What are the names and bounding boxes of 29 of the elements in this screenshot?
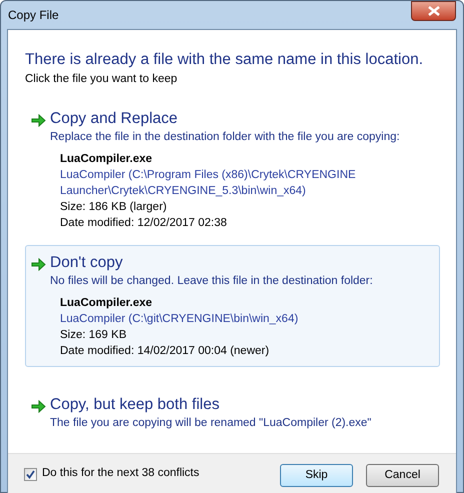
file-name: LuaCompiler.exe <box>60 152 154 167</box>
option-description: Replace the file in the destination folder with the file you are copying: <box>50 130 401 145</box>
checkbox-label: Do this for the next 38 conflicts <box>42 466 200 482</box>
option-title: Copy, but keep both files <box>50 395 220 415</box>
arrow-icon <box>31 400 46 413</box>
option-title: Don't copy <box>50 253 123 273</box>
dialog-button[interactable]: Skip <box>280 464 353 487</box>
file-path: LuaCompiler (C:\Program Files (x86)\Crytek\CRYENGINE <box>60 168 357 183</box>
option-card[interactable]: Copy, but keep both files The file you are copying will be renamed "LuaCompiler (2).exe" <box>25 387 440 439</box>
option-description: The file you are copying will be renamed "LuaCompiler (2).exe" <box>50 416 372 431</box>
file-path: LuaCompiler (C:\git\CRYENGINE\bin\win_x64) <box>60 312 300 327</box>
file-date: Date modified: 14/02/2017 00:04 (newer) <box>60 344 270 359</box>
option-card[interactable]: Don't copy No files will be changed. Leave this file in the destination folder: LuaCompiler.exe LuaCompiler (C:\git\CRYENGINE\bin\win_x64) Size: 169 KB Date modified: 14/02/2017 00:04 (newer) <box>25 245 440 367</box>
file-size: Size: 186 KB (larger) <box>60 200 168 215</box>
option-title: Copy and Replace <box>50 109 178 129</box>
window-title: Copy File <box>7 7 59 24</box>
instruction-text: Click the file you want to keep <box>25 72 178 87</box>
file-date: Date modified: 12/02/2017 02:38 <box>60 216 228 231</box>
arrow-icon <box>31 258 46 271</box>
close-icon <box>428 6 440 16</box>
dialog-heading: There is already a file with the same name in this location. <box>25 50 424 70</box>
arrow-icon <box>31 114 46 127</box>
file-size: Size: 169 KB <box>60 328 128 343</box>
file-name: LuaCompiler.exe <box>60 296 154 311</box>
file-path: Launcher\Crytek\CRYENGINE_5.3\bin\win_x64) <box>60 184 307 199</box>
dialog-button[interactable]: Cancel <box>366 464 439 487</box>
checkbox[interactable] <box>24 468 37 480</box>
option-description: No files will be changed. Leave this file in the destination folder: <box>50 274 374 289</box>
close-button[interactable] <box>411 1 456 21</box>
